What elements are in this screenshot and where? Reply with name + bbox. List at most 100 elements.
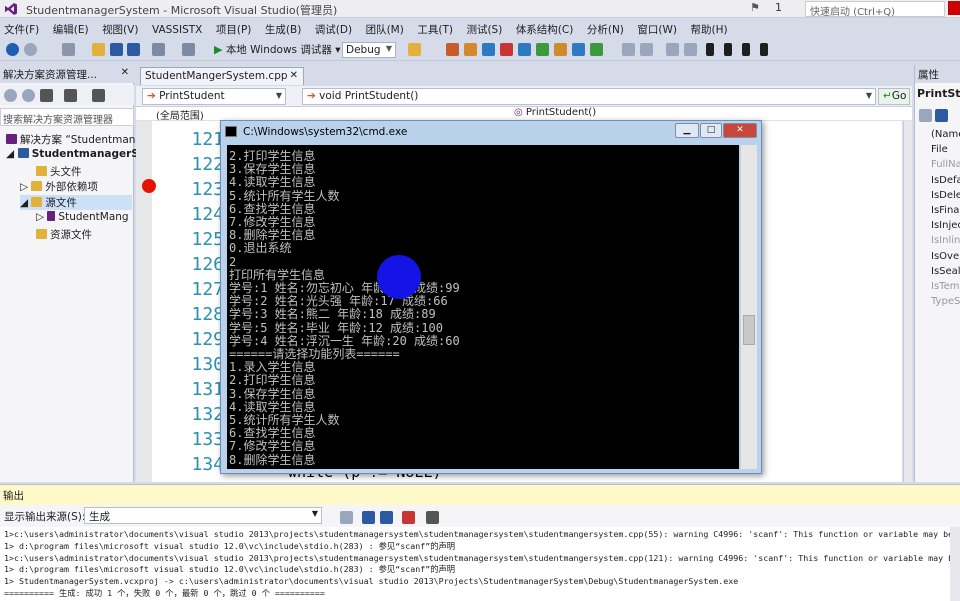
comment-icon[interactable]	[622, 43, 635, 56]
home-icon[interactable]	[40, 89, 53, 102]
console-scroll-thumb[interactable]	[743, 315, 755, 345]
history-icon[interactable]	[64, 89, 77, 102]
save-icon[interactable]	[110, 43, 123, 56]
nav-scope-dropdown[interactable]: ➔ PrintStudent ▼	[142, 88, 286, 105]
find-in-files-icon[interactable]	[408, 43, 421, 56]
menu-team[interactable]: 团队(M)	[362, 20, 410, 37]
toolbar-tool-6-icon[interactable]	[536, 43, 549, 56]
toolbar-tool-4-icon[interactable]	[500, 43, 513, 56]
property-row[interactable]: IsInlin	[931, 235, 960, 249]
close-window-button[interactable]	[948, 1, 960, 15]
nav-member-dropdown[interactable]: ➔ void PrintStudent() ▼	[302, 88, 876, 105]
menu-vassistx[interactable]: VASSISTX	[148, 22, 208, 36]
global-scope-dropdown[interactable]: (全局范围)	[156, 107, 204, 122]
categorized-icon[interactable]	[919, 109, 932, 122]
property-row[interactable]: IsOver	[931, 251, 960, 265]
menu-edit[interactable]: 编辑(E)	[49, 20, 95, 37]
clear-all-icon[interactable]	[402, 511, 415, 524]
property-row[interactable]: IsSeale	[931, 266, 960, 280]
close-icon[interactable]: ✕	[121, 67, 129, 78]
tab-studentmangersystem-cpp[interactable]: StudentMangerSystem.cpp ✕	[140, 67, 304, 85]
close-icon[interactable]: ✕	[290, 70, 298, 81]
clear-bookmarks-icon[interactable]	[760, 43, 768, 56]
menu-file[interactable]: 文件(F)	[0, 20, 45, 37]
toolbar-tool-5-icon[interactable]	[518, 43, 531, 56]
property-row[interactable]: IsInjec	[931, 220, 960, 234]
solution-node[interactable]: 解决方案 “Studentmana	[6, 132, 142, 147]
prev-message-icon[interactable]	[362, 511, 375, 524]
close-button[interactable]: ✕	[723, 123, 757, 138]
source-file-node[interactable]: ▷ StudentMang	[36, 211, 129, 226]
go-button[interactable]: ↵Go	[878, 88, 910, 105]
forward-icon[interactable]	[22, 89, 35, 102]
forward-icon[interactable]	[24, 43, 37, 56]
indicator-margin[interactable]	[136, 121, 152, 482]
new-project-icon[interactable]	[62, 43, 75, 56]
next-bookmark-icon[interactable]	[742, 43, 750, 56]
console-scrollbar[interactable]	[741, 145, 757, 469]
console-window[interactable]: C:\Windows\system32\cmd.exe ▁ □ ✕ 2.打印学生…	[220, 120, 762, 474]
properties-object-name[interactable]: PrintStu	[917, 87, 960, 100]
menu-analyze[interactable]: 分析(N)	[583, 20, 630, 37]
maximize-button[interactable]: □	[700, 123, 722, 138]
bookmark-icon[interactable]	[706, 43, 714, 56]
menu-debug[interactable]: 调试(D)	[311, 20, 358, 37]
word-wrap-icon[interactable]	[426, 511, 439, 524]
toolbar-tool-9-icon[interactable]	[590, 43, 603, 56]
property-row[interactable]: FullNa	[931, 159, 960, 173]
undo-icon[interactable]	[152, 43, 165, 56]
indent-icon[interactable]	[666, 43, 679, 56]
menu-build[interactable]: 生成(B)	[261, 20, 307, 37]
open-file-icon[interactable]	[92, 43, 105, 56]
solution-configuration-select[interactable]: Debug ▼	[342, 42, 396, 58]
toolbar-tool-1-icon[interactable]	[446, 43, 459, 56]
menu-tools[interactable]: 工具(T)	[413, 20, 459, 37]
outdent-icon[interactable]	[684, 43, 697, 56]
find-message-icon[interactable]	[340, 511, 353, 524]
property-row[interactable]: File	[931, 144, 948, 158]
solution-search-input[interactable]: 搜索解决方案资源管理器	[0, 108, 134, 126]
back-icon[interactable]	[6, 43, 19, 56]
toolbar-tool-3-icon[interactable]	[482, 43, 495, 56]
header-files-node[interactable]: 头文件	[36, 164, 82, 179]
minimize-button[interactable]: ▁	[675, 123, 699, 138]
property-row[interactable]: IsFinal	[931, 205, 960, 219]
property-row[interactable]: TypeS	[931, 296, 960, 310]
feedback-flag-icon[interactable]: ⚑	[750, 1, 760, 14]
next-message-icon[interactable]	[380, 511, 393, 524]
menu-architecture[interactable]: 体系结构(C)	[512, 20, 580, 37]
notification-count[interactable]: 1	[775, 1, 782, 14]
menu-view[interactable]: 视图(V)	[98, 20, 144, 37]
project-node[interactable]: ◢ StudentmanagerSy	[6, 148, 146, 163]
property-row[interactable]: IsDele	[931, 190, 960, 204]
menu-window[interactable]: 窗口(W)	[633, 20, 683, 37]
external-deps-node[interactable]: ▷ 外部依赖项	[20, 179, 98, 194]
start-debugging-button[interactable]: ▶ 本地 Windows 调试器 ▾	[214, 42, 340, 58]
output-source-select[interactable]: 生成 ▼	[84, 507, 322, 524]
toolbar-tool-8-icon[interactable]	[572, 43, 585, 56]
back-icon[interactable]	[4, 89, 17, 102]
console-output[interactable]: 2.打印学生信息 3.保存学生信息 4.读取学生信息 5.统计所有学生人数 6.…	[227, 145, 739, 469]
property-row[interactable]: IsTem	[931, 281, 959, 295]
output-scrollbar[interactable]	[950, 527, 960, 601]
breakpoint-icon[interactable]	[142, 179, 156, 193]
source-files-node[interactable]: ◢ 源文件	[20, 195, 132, 210]
prev-bookmark-icon[interactable]	[724, 43, 732, 56]
uncomment-icon[interactable]	[640, 43, 653, 56]
property-row[interactable]: (Name	[931, 129, 960, 143]
quick-launch-input[interactable]: 快速启动 (Ctrl+Q)	[805, 1, 945, 18]
toolbar-tool-7-icon[interactable]	[554, 43, 567, 56]
toolbar-tool-2-icon[interactable]	[464, 43, 477, 56]
redo-icon[interactable]	[182, 43, 195, 56]
sync-icon[interactable]	[92, 89, 105, 102]
menu-test[interactable]: 测试(S)	[462, 20, 508, 37]
function-scope-dropdown[interactable]: ◎ PrintStudent()	[514, 107, 596, 118]
property-row[interactable]: IsDefa	[931, 175, 960, 189]
menu-help[interactable]: 帮助(H)	[686, 20, 733, 37]
editor-vertical-scrollbar[interactable]	[903, 121, 912, 482]
save-all-icon[interactable]	[127, 43, 140, 56]
resource-files-node[interactable]: 资源文件	[36, 227, 92, 242]
alphabetical-icon[interactable]	[935, 109, 948, 122]
output-text[interactable]: 1>c:\users\administrator\documents\visua…	[0, 527, 950, 601]
menu-project[interactable]: 项目(P)	[212, 20, 258, 37]
